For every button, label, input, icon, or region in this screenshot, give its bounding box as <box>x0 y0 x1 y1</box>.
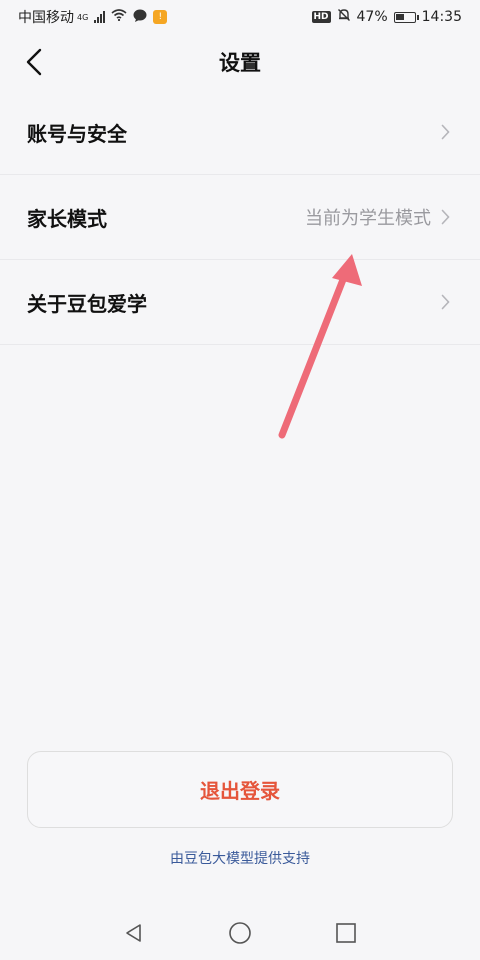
settings-menu: 账号与安全 家长模式 当前为学生模式 关于豆包爱学 <box>0 90 480 345</box>
menu-item-label: 关于豆包爱学 <box>27 291 147 316</box>
back-triangle-icon <box>126 923 141 942</box>
powered-by-text: 由豆包大模型提供支持 <box>170 851 310 867</box>
battery-icon <box>393 11 419 23</box>
annotation-arrow-icon <box>278 254 362 439</box>
menu-item-parent-mode[interactable]: 家长模式 当前为学生模式 <box>0 175 480 260</box>
home-circle-icon <box>229 921 251 944</box>
system-back-button[interactable] <box>121 920 147 946</box>
carrier-name: 中国移动 <box>18 10 74 26</box>
wifi-icon <box>111 9 127 25</box>
system-navigation-bar <box>0 905 480 960</box>
signal-icon <box>94 11 106 23</box>
network-type: 4G <box>77 12 89 22</box>
status-left: 中国移动 4G ! <box>18 7 168 27</box>
app-notification-icon: ! <box>153 10 168 24</box>
menu-item-about[interactable]: 关于豆包爱学 <box>0 260 480 345</box>
back-button[interactable] <box>18 46 50 78</box>
navigation-bar: 设置 <box>0 34 480 90</box>
status-bar: 中国移动 4G ! HD 47% 14:35 <box>0 0 480 34</box>
battery-level <box>395 13 404 20</box>
chevron-right-icon <box>441 294 450 310</box>
system-recents-button[interactable] <box>333 920 359 946</box>
menu-item-right <box>431 294 450 310</box>
logout-button[interactable]: 退出登录 <box>27 751 453 828</box>
hd-badge: HD <box>311 11 331 23</box>
menu-item-right <box>431 124 450 140</box>
chevron-right-icon <box>441 209 450 225</box>
menu-item-right: 当前为学生模式 <box>305 204 450 230</box>
chevron-right-icon <box>441 124 450 140</box>
muted-bell-icon <box>337 8 351 26</box>
chat-bubble-icon <box>133 9 147 26</box>
menu-item-label: 家长模式 <box>27 206 107 231</box>
page-title: 设置 <box>219 51 261 75</box>
status-right: HD 47% 14:35 <box>311 8 462 26</box>
battery-percent: 47% <box>356 9 388 25</box>
menu-item-label: 账号与安全 <box>27 121 127 146</box>
menu-item-value: 当前为学生模式 <box>305 208 431 229</box>
clock: 14:35 <box>421 9 462 25</box>
logout-label: 退出登录 <box>200 779 280 803</box>
menu-item-account-security[interactable]: 账号与安全 <box>0 90 480 175</box>
recents-square-icon <box>336 922 356 943</box>
system-home-button[interactable] <box>227 920 253 946</box>
chevron-left-icon <box>26 48 42 76</box>
settings-screen: 中国移动 4G ! HD 47% 14:35 设置 账号与安全 家长模式 当前为… <box>0 0 480 960</box>
